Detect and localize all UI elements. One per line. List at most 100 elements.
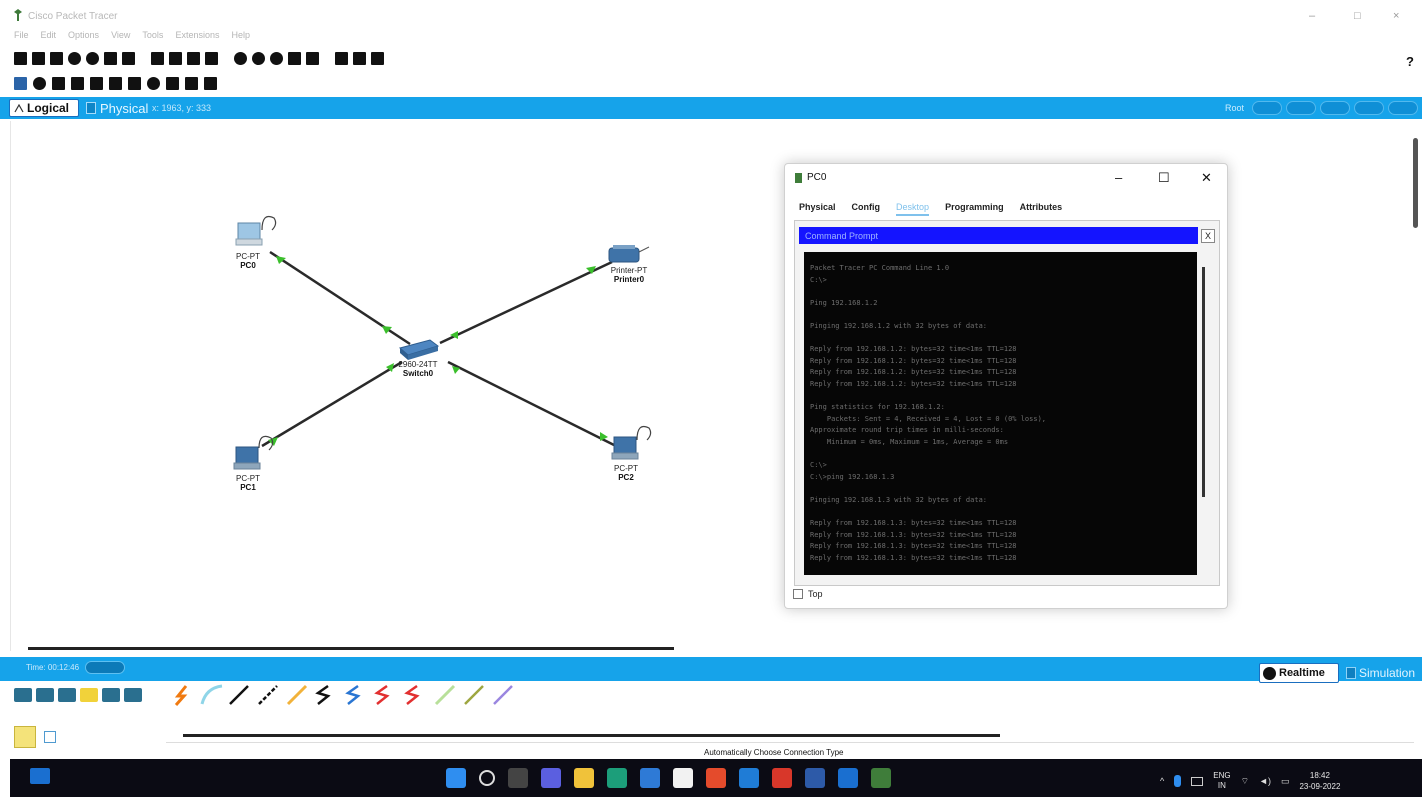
- calculator-icon[interactable]: [805, 768, 825, 788]
- file-explorer-icon[interactable]: [574, 768, 594, 788]
- add-complex-pdu-icon[interactable]: [204, 76, 217, 90]
- draw-rectangle-icon[interactable]: [128, 76, 141, 90]
- workspace-horizontal-scrollbar[interactable]: [28, 647, 674, 650]
- network-information-icon[interactable]: [104, 51, 117, 65]
- zoom-in-icon[interactable]: [234, 51, 247, 65]
- zoom-out-icon[interactable]: [270, 51, 283, 65]
- edge-browser-icon[interactable]: [607, 768, 627, 788]
- show-hidden-icons-icon[interactable]: ^: [1160, 776, 1164, 786]
- freeform-icon[interactable]: [166, 76, 179, 90]
- undo-icon[interactable]: [187, 51, 200, 65]
- pc0-close-button[interactable]: ✕: [1201, 170, 1212, 186]
- menu-view[interactable]: View: [111, 30, 130, 42]
- battery-icon[interactable]: ▭: [1281, 776, 1290, 787]
- components-icon[interactable]: [58, 688, 76, 702]
- iot-custom-cable-icon[interactable]: [464, 685, 484, 705]
- copper-cross-over-icon[interactable]: [258, 685, 278, 705]
- input-language[interactable]: ENG IN: [1213, 771, 1230, 791]
- draw-ellipse-icon[interactable]: [147, 76, 160, 90]
- add-simple-pdu-icon[interactable]: [185, 76, 198, 90]
- viewport-icon[interactable]: [1286, 101, 1316, 115]
- packet-tracer-taskbar-icon[interactable]: [871, 768, 891, 788]
- drawing-palette-icon[interactable]: [288, 51, 301, 65]
- command-prompt-close-button[interactable]: X: [1201, 229, 1215, 243]
- connections-subtype-icon[interactable]: [14, 726, 36, 748]
- workspace-vertical-scrollbar[interactable]: [1413, 138, 1418, 228]
- end-devices-icon[interactable]: [36, 688, 54, 702]
- keyboard-icon[interactable]: [1191, 776, 1204, 786]
- help-button[interactable]: ?: [1406, 54, 1414, 69]
- root-path-pill[interactable]: [1252, 101, 1282, 115]
- resize-shape-icon[interactable]: [71, 76, 84, 90]
- usb-cable-icon[interactable]: [493, 685, 513, 705]
- copy-icon[interactable]: [151, 51, 164, 65]
- mail-icon[interactable]: [640, 768, 660, 788]
- inspect-icon[interactable]: [33, 76, 46, 90]
- pc0-minimize-button[interactable]: –: [1115, 170, 1122, 185]
- copper-straight-through-icon[interactable]: [229, 685, 249, 705]
- search-icon[interactable]: [479, 770, 495, 786]
- tab-physical-pc0[interactable]: Physical: [799, 202, 836, 216]
- widgets-icon[interactable]: [30, 768, 50, 784]
- grid-subtype-icon[interactable]: [44, 731, 56, 743]
- ipc-icon[interactable]: [335, 51, 348, 65]
- connections-icon[interactable]: [80, 688, 98, 702]
- multiuser-connection-icon[interactable]: [124, 688, 142, 702]
- auto-connection-icon[interactable]: [174, 685, 188, 706]
- paste-icon[interactable]: [169, 51, 182, 65]
- new-cluster-icon[interactable]: [1320, 101, 1350, 115]
- set-tiled-background-icon[interactable]: [1388, 101, 1418, 115]
- chrome-icon[interactable]: [706, 768, 726, 788]
- tab-desktop[interactable]: Desktop: [896, 202, 930, 216]
- chat-icon[interactable]: [541, 768, 561, 788]
- zoom-reset-icon[interactable]: [252, 51, 265, 65]
- taskbar-clock[interactable]: 18:42 23-09-2022: [1299, 770, 1340, 792]
- tab-logical[interactable]: Logical: [9, 99, 79, 117]
- place-note-icon[interactable]: [90, 76, 103, 90]
- user-profile-icon[interactable]: [122, 51, 135, 65]
- onedrive-icon[interactable]: [1174, 775, 1182, 787]
- menu-file[interactable]: File: [14, 30, 29, 42]
- remote-app-icon[interactable]: [838, 768, 858, 788]
- store-icon[interactable]: [739, 768, 759, 788]
- command-prompt-terminal[interactable]: Packet Tracer PC Command Line 1.0 C:\> Pi…: [804, 252, 1197, 575]
- task-view-icon[interactable]: [508, 768, 528, 788]
- serial-dte-icon[interactable]: [404, 684, 420, 705]
- miscellaneous-icon[interactable]: [102, 688, 120, 702]
- select-tool-icon[interactable]: [14, 76, 27, 90]
- menu-help[interactable]: Help: [231, 30, 250, 42]
- cluster-icon[interactable]: [353, 51, 366, 65]
- tab-config[interactable]: Config: [852, 202, 881, 216]
- move-object-icon[interactable]: [1354, 101, 1384, 115]
- device-list-scrollbar[interactable]: [183, 734, 1000, 737]
- start-button-icon[interactable]: [446, 768, 466, 788]
- network-devices-icon[interactable]: [14, 688, 32, 702]
- tab-physical[interactable]: Physical: [86, 99, 148, 117]
- close-button[interactable]: ×: [1393, 10, 1399, 22]
- menu-edit[interactable]: Edit: [41, 30, 57, 42]
- redo-icon[interactable]: [205, 51, 218, 65]
- draw-line-icon[interactable]: [109, 76, 122, 90]
- coaxial-cable-icon[interactable]: [345, 684, 361, 705]
- phone-cable-icon[interactable]: [315, 684, 331, 705]
- tab-programming[interactable]: Programming: [945, 202, 1004, 216]
- new-file-icon[interactable]: [14, 51, 27, 65]
- maximize-button[interactable]: □: [1354, 10, 1361, 22]
- save-icon[interactable]: [50, 51, 63, 65]
- minimize-button[interactable]: –: [1309, 10, 1315, 22]
- menu-extensions[interactable]: Extensions: [175, 30, 219, 42]
- tab-attributes[interactable]: Attributes: [1020, 202, 1063, 216]
- pc0-maximize-button[interactable]: ☐: [1158, 170, 1170, 186]
- fiber-icon[interactable]: [286, 684, 308, 706]
- print-icon[interactable]: [68, 51, 81, 65]
- image-icon[interactable]: [371, 51, 384, 65]
- console-cable-icon[interactable]: [200, 684, 223, 705]
- terminal-scrollbar[interactable]: [1202, 267, 1205, 497]
- custom-devices-icon[interactable]: [306, 51, 319, 65]
- top-checkbox[interactable]: [793, 589, 803, 599]
- delete-icon[interactable]: [52, 76, 65, 90]
- activity-wizard-icon[interactable]: [86, 51, 99, 65]
- calendar-icon[interactable]: [673, 768, 693, 788]
- realtime-mode-button[interactable]: Realtime: [1259, 663, 1339, 683]
- volume-icon[interactable]: ◄): [1259, 776, 1271, 786]
